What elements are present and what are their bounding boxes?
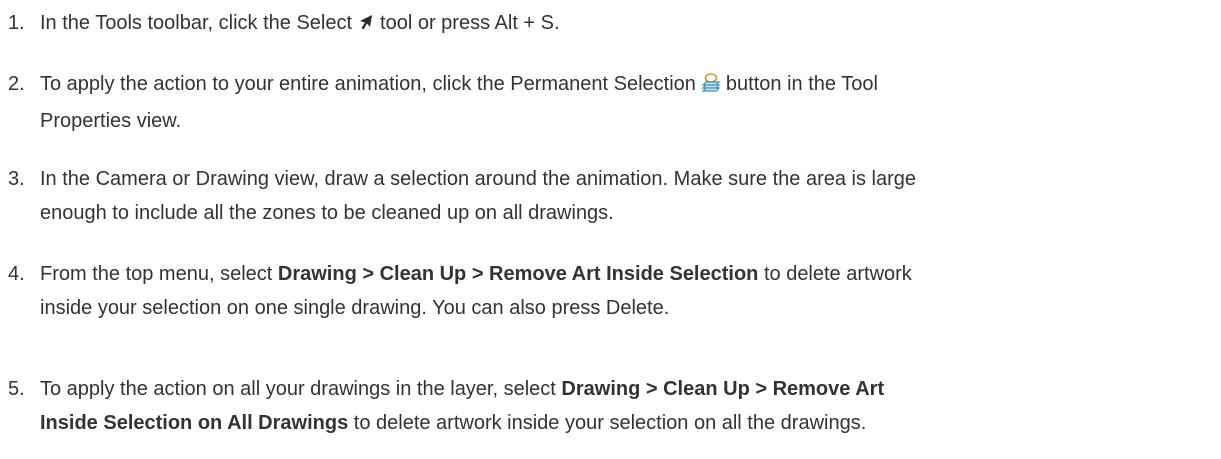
permanent-selection-icon [700,70,722,104]
instruction-list: 1. In the Tools toolbar, click the Selec… [0,0,1221,459]
step-line: Properties view. [40,110,182,132]
step-line: inside your selection on one single draw… [40,297,670,319]
menu-path: Inside Selection on All Drawings [40,412,349,434]
step-number: 5. [8,378,25,400]
step-text-part: button in the Tool [725,73,878,95]
step-number: 4. [8,263,25,285]
step-number: 2. [8,73,25,95]
step-text-part: In the Tools toolbar, click the Select [40,12,353,34]
step-text: To apply the action to your entire anima… [40,67,1208,138]
step-line: Inside Selection on All Drawings to dele… [40,406,1208,440]
step-text-part: To apply the action on all your drawings… [40,378,556,400]
step-text: From the top menu, select Drawing > Clea… [40,257,1208,325]
step-number: 1. [8,12,25,34]
step-line: To apply the action on all your drawings… [40,372,1208,406]
step-number: 3. [8,168,25,190]
step-text: In the Tools toolbar, click the Select to… [40,6,1208,43]
step-text-part: To apply the action to your entire anima… [40,73,696,95]
menu-path: Drawing > Clean Up > Remove Art Inside S… [277,263,759,285]
step-5: 5. To apply the action on all your drawi… [8,372,1208,440]
step-text-part: tool or press Alt + S. [380,12,560,34]
step-line: To apply the action to your entire anima… [40,67,1208,104]
step-text: In the Camera or Drawing view, draw a se… [40,162,1208,230]
step-text-part: From the top menu, select [40,263,273,285]
step-3: 3. In the Camera or Drawing view, draw a… [8,162,1208,230]
menu-path: Drawing > Clean Up > Remove Art [561,378,885,400]
step-text-part: to delete artwork inside your selection … [353,412,867,434]
step-4: 4. From the top menu, select Drawing > C… [8,257,1208,325]
step-line: From the top menu, select Drawing > Clea… [40,257,1208,291]
step-1: 1. In the Tools toolbar, click the Selec… [8,6,1208,43]
step-text: To apply the action on all your drawings… [40,372,1208,440]
step-text-part: to delete artwork [763,263,912,285]
step-line: enough to include all the zones to be cl… [40,202,614,224]
step-2: 2. To apply the action to your entire an… [8,67,1208,138]
step-line: In the Tools toolbar, click the Select to… [40,6,1208,43]
select-arrow-icon [356,9,376,43]
step-line: In the Camera or Drawing view, draw a se… [40,168,917,190]
